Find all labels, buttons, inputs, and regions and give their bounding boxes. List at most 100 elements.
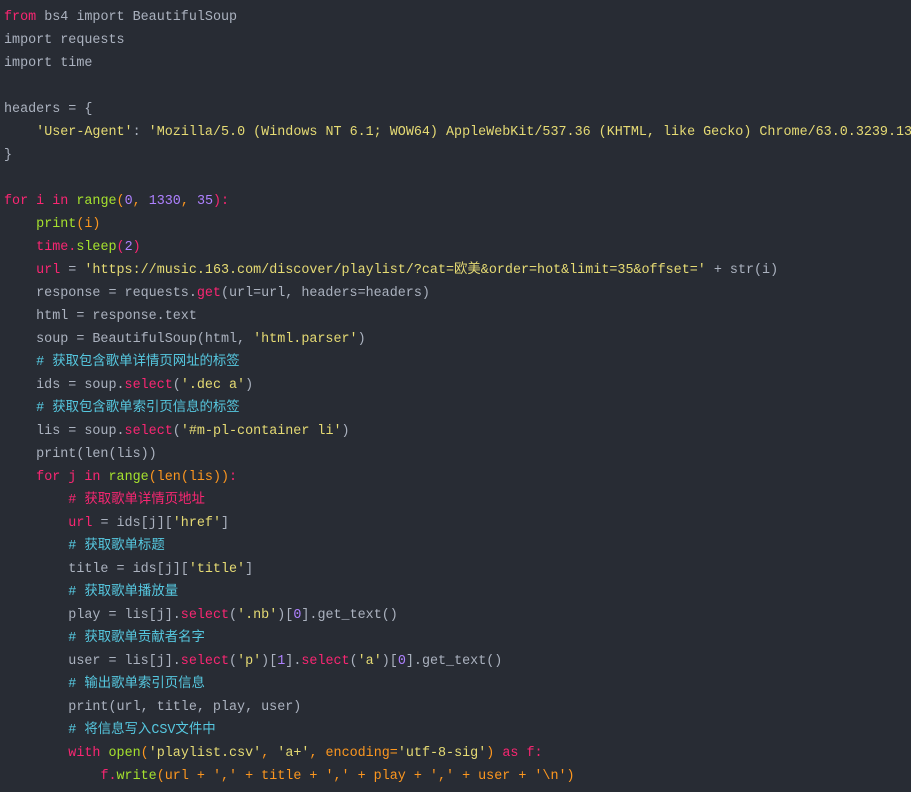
code-token: import requests [4,33,125,48]
code-block: from bs4 import BeautifulSoup import requ… [4,6,911,788]
code-token: : [229,470,238,485]
code-token: 'utf-8-sig' [397,746,487,761]
code-token: (i) [76,217,101,232]
code-token: )[ [277,608,294,623]
code-token: # 获取歌单详情页地址 [68,493,205,508]
code-token: ids = soup. [4,378,125,393]
code-token: write [116,769,157,784]
code-token: 'html.parser' [253,332,358,347]
code-line: from bs4 import BeautifulSoup [4,6,911,29]
code-line: # 获取歌单贡献者名字 [4,627,911,650]
code-token: html = response.text [4,309,197,324]
code-token: ) [357,332,366,347]
code-line: 'User-Agent': 'Mozilla/5.0 (Windows NT 6… [4,121,911,144]
code-line: } [4,144,911,167]
code-line: response = requests.get(url=url, headers… [4,282,911,305]
code-token: = ids[j][ [92,516,173,531]
code-token: )[ [261,654,278,669]
code-token: range [76,194,117,209]
code-line: user = lis[j].select('p')[1].select('a')… [4,650,911,673]
code-token: get [196,286,221,301]
code-token: ( [349,654,358,669]
code-line: headers = { [4,98,911,121]
code-token: select [180,608,230,623]
code-token: ( [229,654,238,669]
code-token: ( [229,608,238,623]
code-token: url [36,263,61,278]
code-token: ( [116,194,125,209]
code-token: ].get_text() [301,608,398,623]
code-line: time.sleep(2) [4,236,911,259]
code-line: for j in range(len(lis)): [4,466,911,489]
code-token: 1330 [148,194,181,209]
code-line: # 获取歌单详情页地址 [4,489,911,512]
code-line: import requests [4,29,911,52]
code-token: # 输出歌单索引页信息 [68,677,205,692]
code-token: )[ [381,654,398,669]
code-token: as f: [494,746,543,761]
code-token: soup = BeautifulSoup(html, [4,332,254,347]
code-token: bs4 import BeautifulSoup [36,10,238,25]
code-line: with open('playlist.csv', 'a+', encoding… [4,742,911,765]
code-token: select [180,654,230,669]
code-token: ] [220,516,230,531]
code-token: select [124,424,173,439]
code-token: 'User-Agent' [36,125,133,140]
code-line: f.write(url + ',' + title + ',' + play +… [4,765,911,788]
code-line: url = ids[j]['href'] [4,512,911,535]
code-token: (len(lis)) [148,470,230,485]
code-token: ].get_text() [405,654,503,669]
code-line: play = lis[j].select('.nb')[0].get_text(… [4,604,911,627]
code-token: url + ',' + title + ',' + play + ',' + u… [164,769,567,784]
code-line: # 将信息写入CSV文件中 [4,719,911,742]
code-token: url [68,516,93,531]
code-token: for j in [36,470,101,485]
code-line: # 获取歌单标题 [4,535,911,558]
code-token: headers = { [4,102,93,117]
code-token: title = ids[j][ [4,562,189,577]
code-token: 0 [397,654,406,669]
code-token: with [68,746,101,761]
code-token: from [4,10,37,25]
code-token: 'Mozilla/5.0 (Windows NT 6.1; WOW64) App… [148,125,911,140]
code-token: (url=url, headers=headers) [220,286,430,301]
code-token: lis = soup. [4,424,125,439]
code-line: # 获取包含歌单索引页信息的标签 [4,397,911,420]
code-line: # 获取歌单播放量 [4,581,911,604]
code-token: , encoding= [309,746,398,761]
code-token: range [108,470,149,485]
code-line: url = 'https://music.163.com/discover/pl… [4,259,911,282]
code-token: print [36,217,77,232]
code-token: for i in [4,194,69,209]
code-token: = [60,263,85,278]
code-token: # 获取歌单播放量 [68,585,179,600]
code-token: '#m-pl-container li' [180,424,342,439]
code-token: # 获取包含歌单详情页网址的标签 [36,355,240,370]
code-token: , [132,194,149,209]
code-line: print(len(lis)) [4,443,911,466]
code-token: , [261,746,278,761]
code-token: } [4,148,13,163]
code-line: print(url, title, play, user) [4,696,911,719]
code-token: user = lis[j]. [4,654,181,669]
code-token: ( [140,746,149,761]
code-token: # 将信息写入CSV文件中 [68,723,216,738]
code-token: ]. [285,654,302,669]
code-token: : [132,125,149,140]
code-token: '.dec a' [180,378,246,393]
code-token: time. [36,240,77,255]
code-token: 0 [124,194,133,209]
code-token: ] [245,562,254,577]
